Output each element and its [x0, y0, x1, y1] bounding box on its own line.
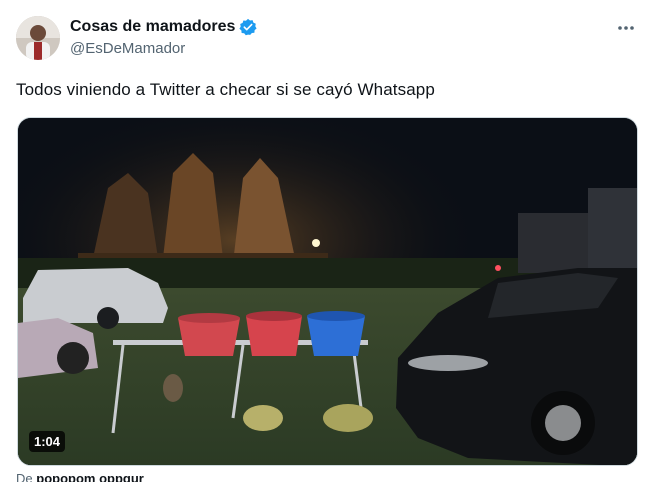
- attribution-source[interactable]: popopom oppgur: [36, 472, 144, 482]
- video-frame: [18, 118, 637, 465]
- tweet-header: Cosas de mamadores @EsDeMamador: [70, 17, 257, 59]
- tweet-text: Todos viniendo a Twitter a checar si se …: [16, 80, 435, 99]
- avatar[interactable]: [16, 16, 60, 60]
- more-options-icon[interactable]: [612, 16, 640, 40]
- avatar-image: [16, 16, 60, 60]
- attribution-prefix: De: [16, 472, 33, 482]
- video-duration: 1:04: [29, 431, 66, 452]
- video-player[interactable]: 1:04: [17, 117, 638, 466]
- display-name[interactable]: Cosas de mamadores: [70, 17, 235, 37]
- handle[interactable]: @EsDeMamador: [70, 39, 257, 59]
- name-row: Cosas de mamadores: [70, 17, 257, 37]
- verified-badge-icon: [239, 18, 257, 36]
- media-attribution[interactable]: De popopom oppgur: [16, 472, 144, 482]
